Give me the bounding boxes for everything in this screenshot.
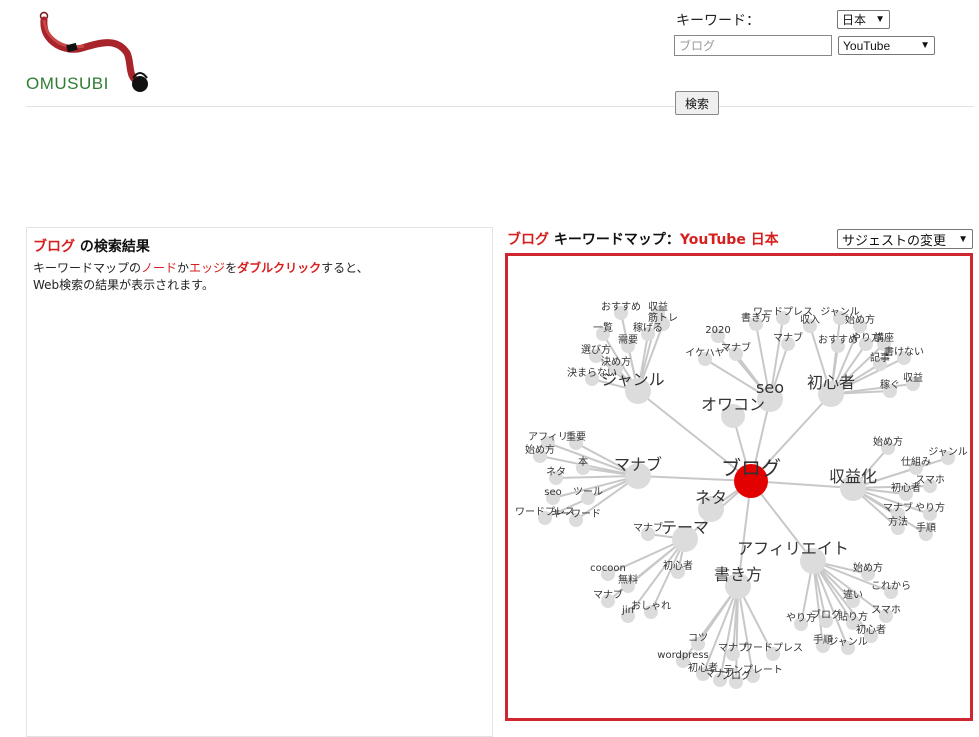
leaf-label: 選び方 — [581, 343, 611, 356]
root-label: ブログ — [721, 456, 781, 480]
keyword-map[interactable]: おすすめ 収益 筋トレ 一覧 稼げる 需要 選び方 決め方 決まらない ジャンル オワコン 2020 ワ… — [505, 253, 973, 721]
leaf-label: マナブ — [883, 501, 913, 514]
desc-line2: Web検索の結果が表示されます。 — [33, 278, 214, 292]
map-title-source: YouTube — [679, 232, 746, 248]
hub-label: 初心者 — [807, 373, 855, 392]
source-select-value: YouTube — [843, 38, 891, 53]
leaf-label: ワードプレス — [743, 642, 803, 654]
leaf-label: 初心者 — [663, 559, 693, 572]
suggest-select[interactable]: サジェストの変更 ▼ — [837, 229, 973, 249]
leaf-label: イケハヤ — [685, 347, 725, 359]
leaf-label: キーワード — [551, 509, 601, 520]
map-title-keyword: ブログ — [507, 232, 549, 248]
leaf-label: 重要 — [566, 430, 586, 443]
search-button[interactable]: 検索 — [675, 91, 719, 115]
keyword-label: キーワード： — [676, 13, 760, 29]
chevron-down-icon: ▼ — [875, 14, 885, 25]
leaf-label: ツール — [573, 487, 603, 498]
results-keyword: ブログ — [33, 239, 75, 255]
leaf-label: 始め方 — [853, 561, 883, 574]
leaf-label: マナブ — [633, 521, 663, 534]
leaf-label: スマホ — [871, 604, 901, 616]
hub-label: ネタ — [695, 488, 727, 507]
hub-label: アフィリエイト — [737, 539, 849, 558]
leaf-label: 初心者 — [856, 623, 886, 636]
leaf-label: 本 — [578, 455, 588, 468]
keyword-input[interactable] — [674, 35, 832, 56]
leaf-label: 無料 — [618, 573, 638, 586]
search-results-panel: ブログ の検索結果 キーワードマップのノードかエッジをダブルクリックすると、 W… — [26, 227, 493, 737]
region-select-value: 日本 — [842, 13, 867, 27]
map-title-mid: キーワードマップ： — [549, 232, 680, 248]
leaf-label: アフィリ — [528, 432, 568, 443]
hub-label: 収益化 — [829, 467, 877, 486]
region-select[interactable]: 日本 ▼ — [837, 10, 890, 29]
chevron-down-icon: ▼ — [920, 40, 930, 51]
leaf-label: 始め方 — [525, 443, 555, 456]
hub-label: マナブ — [614, 455, 662, 474]
leaf-label: 講座 — [874, 331, 894, 344]
leaf-label: cocoon — [590, 563, 626, 574]
leaf-label: やり方 — [915, 501, 945, 514]
leaf-label: ネタ — [546, 466, 566, 478]
desc-node-term: ノード — [141, 261, 178, 275]
hub-label: オワコン — [701, 395, 765, 414]
leaf-label: 始め方 — [845, 313, 875, 326]
hub-label: 書き方 — [714, 565, 762, 584]
desc-doubleclick-term: ダブルクリック — [237, 261, 322, 275]
map-title-region: 日本 — [750, 232, 779, 248]
results-description: キーワードマップのノードかエッジをダブルクリックすると、 Web検索の結果が表示… — [33, 260, 486, 294]
leaf-label: 収益 — [648, 300, 668, 313]
leaf-label: おしゃれ — [631, 600, 671, 612]
leaf-label: 稼ぐ — [880, 379, 900, 391]
leaf-label: 収益 — [903, 371, 923, 384]
desc-text: すると、 — [321, 261, 369, 275]
leaf-label: 手順 — [916, 521, 936, 534]
leaf-label: wordpress — [657, 650, 708, 661]
leaf-label: 稼げる — [633, 322, 663, 334]
results-title: ブログ の検索結果 — [33, 236, 486, 256]
leaf-label: 違い — [843, 588, 863, 601]
leaf-label: 一覧 — [593, 322, 613, 334]
hub-label: seo — [756, 378, 784, 397]
leaf-label: 貼り方 — [838, 610, 868, 623]
leaf-label: 収入 — [800, 314, 820, 326]
leaf-label: ブログ — [811, 608, 841, 621]
source-select[interactable]: YouTube ▼ — [838, 36, 935, 55]
leaf-label: 需要 — [618, 334, 638, 346]
hub-label: テーマ — [661, 518, 709, 537]
map-title: ブログ キーワードマップ：YouTube 日本 — [507, 229, 779, 249]
leaf-label: 初心者 — [891, 481, 921, 494]
leaf-label: ブログ — [721, 669, 751, 682]
hub-label: ジャンル — [601, 370, 664, 389]
leaf-label: マナブ — [593, 588, 623, 601]
logo-text: OMUSUBI — [26, 74, 109, 93]
leaf-label: 方法 — [888, 515, 908, 528]
keyword-graph[interactable]: おすすめ 収益筋トレ一覧 稼げる需要選び方決め方決まらないジャンルオワコン2020ワ… — [508, 256, 970, 718]
desc-edge-term: エッジ — [189, 261, 226, 275]
desc-text: キーワードマップの — [33, 261, 142, 275]
chevron-down-icon: ▼ — [958, 233, 968, 245]
header-divider — [26, 106, 974, 107]
leaf-label: おすすめ — [601, 301, 641, 313]
desc-text: か — [177, 261, 190, 275]
leaf-label: これから — [871, 580, 911, 592]
leaf-label: コツ — [688, 633, 708, 644]
leaf-label: 書けない — [884, 345, 924, 358]
desc-text: を — [225, 261, 238, 275]
leaf-label: ジャンル — [828, 637, 868, 648]
leaf-label: マナブ — [773, 331, 803, 344]
suggest-select-value: サジェストの変更 — [842, 232, 947, 248]
leaf-label: seo — [544, 487, 561, 498]
leaf-label: 始め方 — [873, 435, 903, 448]
results-title-suffix: の検索結果 — [75, 239, 150, 255]
leaf-label: 2020 — [705, 325, 730, 336]
leaf-label: 書き方 — [741, 311, 771, 324]
leaf-label: 決め方 — [601, 355, 631, 368]
leaf-label: マナブ — [721, 341, 751, 354]
leaf-label: ジャンル — [928, 447, 968, 458]
leaf-label: 仕組み — [901, 455, 931, 468]
